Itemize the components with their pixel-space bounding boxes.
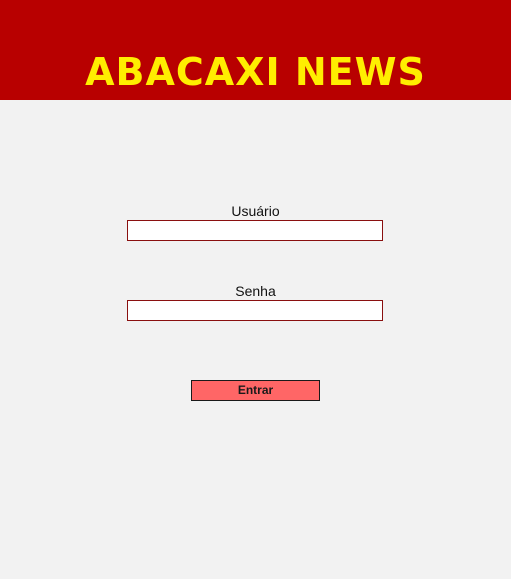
password-input[interactable] — [127, 300, 383, 321]
site-header: ABACAXI NEWS — [0, 0, 511, 100]
username-input[interactable] — [127, 220, 383, 241]
username-label: Usuário — [231, 203, 280, 219]
site-title: ABACAXI NEWS — [85, 50, 426, 94]
password-label: Senha — [235, 283, 276, 299]
submit-button[interactable]: Entrar — [191, 380, 320, 401]
